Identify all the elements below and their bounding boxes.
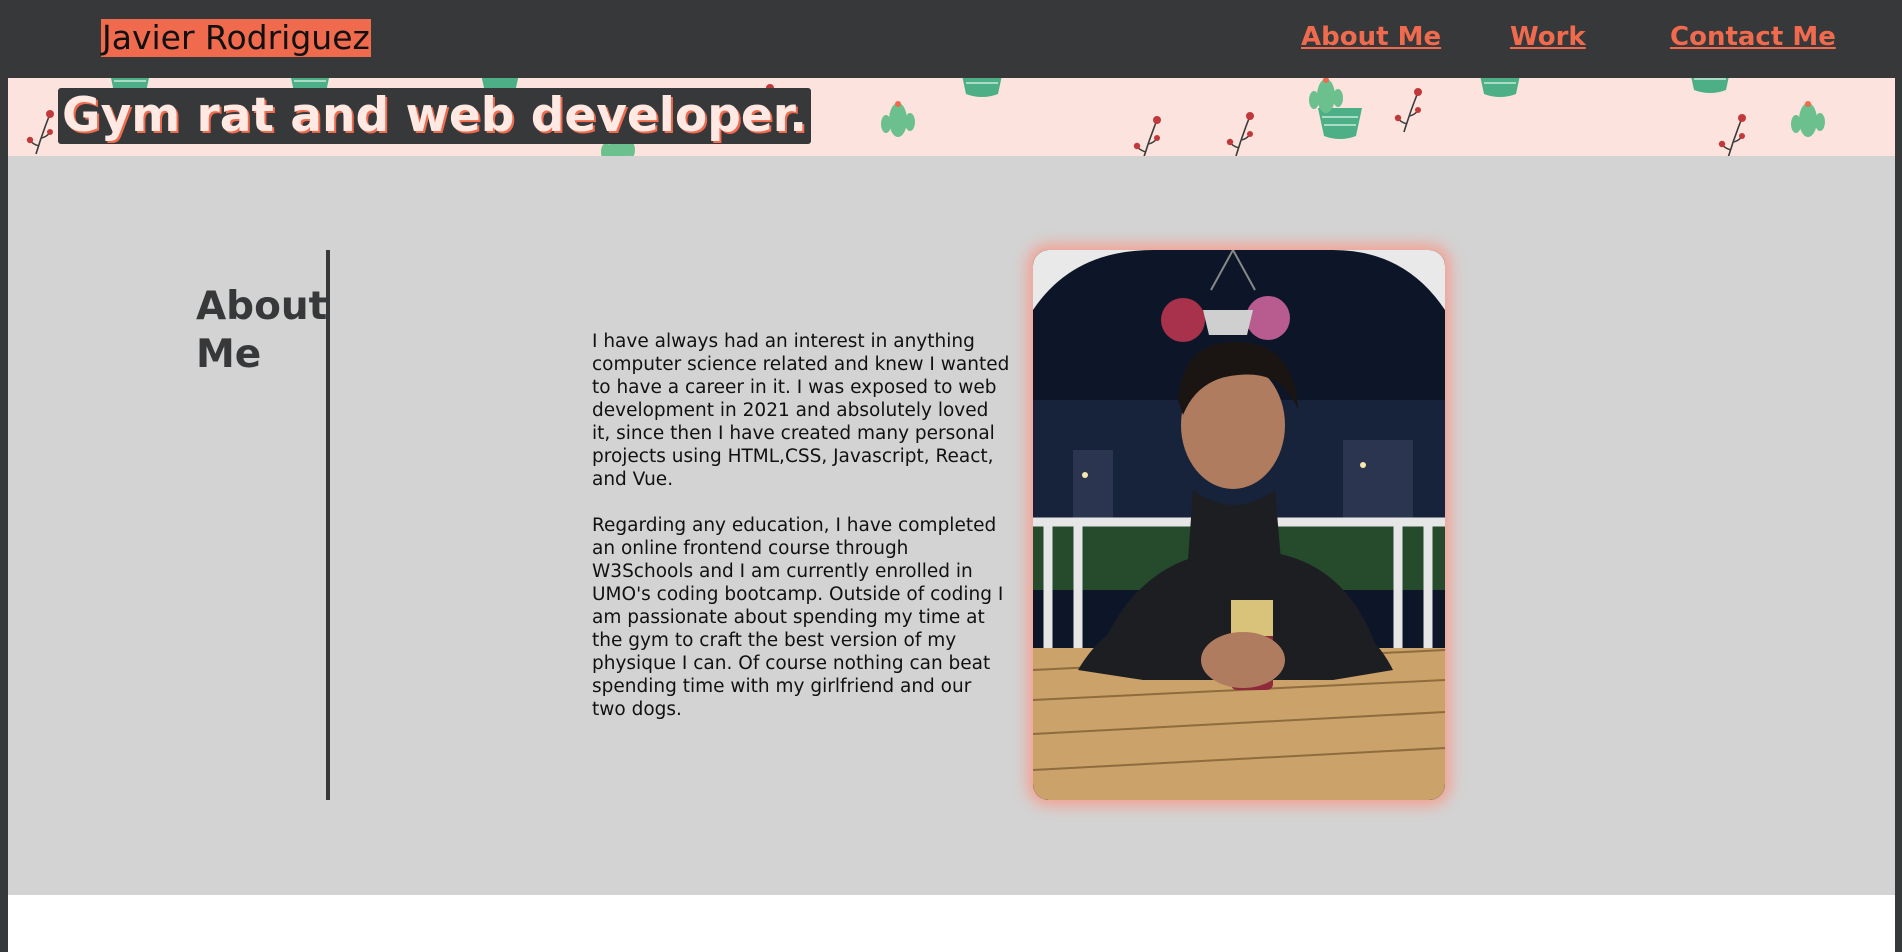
about-paragraph: Regarding any education, I have complete…: [592, 515, 1004, 720]
nav-link-about[interactable]: About Me: [1301, 20, 1441, 54]
site-name: Javier Rodriguez: [101, 18, 371, 57]
about-paragraph: I have always had an interest in anythin…: [592, 331, 1010, 490]
about-text: I have always had an interest in anythin…: [592, 330, 1010, 744]
vertical-divider: [326, 250, 330, 800]
profile-photo: [1033, 250, 1445, 800]
hero-tagline: Gym rat and web developer.: [58, 88, 812, 144]
profile-photo-illustration: [1033, 250, 1445, 800]
hero-banner: Gym rat and web developer.: [8, 78, 1895, 156]
site-header: Javier Rodriguez About Me Work Contact M…: [0, 0, 1902, 78]
nav-link-work[interactable]: Work: [1510, 20, 1586, 54]
nav-link-contact[interactable]: Contact Me: [1670, 20, 1836, 54]
page-bottom: [8, 895, 1895, 952]
page-frame: Javier Rodriguez About Me Work Contact M…: [0, 0, 1902, 952]
about-section: About Me I have always had an interest i…: [8, 156, 1895, 895]
about-heading: About Me: [196, 284, 328, 377]
